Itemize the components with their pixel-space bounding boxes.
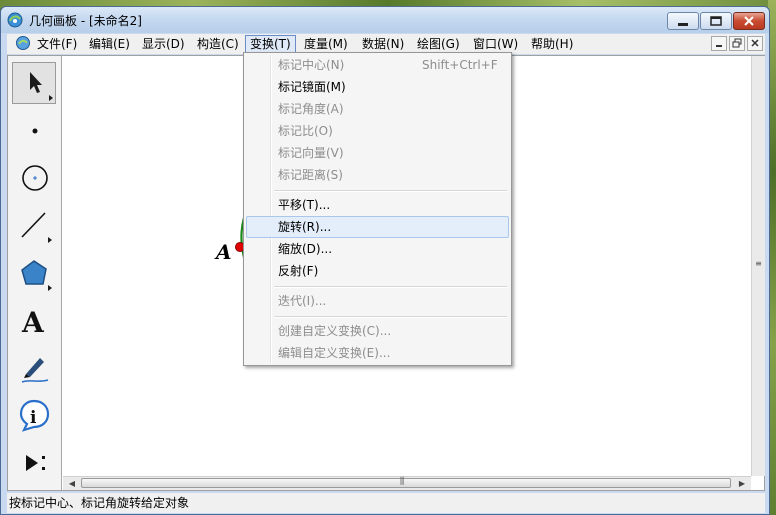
- menu-item-mark-vector[interactable]: 标记向量(V): [246, 142, 509, 164]
- menu-item-dilate[interactable]: 缩放(D)...: [246, 238, 509, 260]
- information-tool[interactable]: i: [12, 393, 56, 435]
- scroll-right-icon[interactable]: ▶: [736, 478, 748, 489]
- minimize-button[interactable]: [667, 12, 699, 30]
- status-bar: 按标记中心、标记角旋转给定对象: [7, 493, 765, 513]
- menu-item-label: 标记镜面(M): [278, 80, 346, 94]
- close-button[interactable]: [733, 12, 765, 30]
- custom-tool[interactable]: [12, 441, 56, 483]
- select-arrow-tool[interactable]: [12, 62, 56, 104]
- point-tool[interactable]: [12, 110, 56, 152]
- menu-separator: [274, 316, 507, 318]
- menu-item-label: 创建自定义变换(C)...: [278, 324, 392, 338]
- scroll-left-icon[interactable]: ◀: [66, 478, 78, 489]
- menu-help[interactable]: 帮助(H): [527, 36, 577, 52]
- point-a-label[interactable]: A: [216, 240, 232, 264]
- menu-bar: 文件(F) 编辑(E) 显示(D) 构造(C) 变换(T) 度量(M) 数据(N…: [7, 34, 765, 54]
- horizontal-scroll-thumb[interactable]: ⫼: [81, 477, 731, 488]
- menu-item-label: 标记中心(N): [278, 58, 345, 72]
- menu-item-iterate[interactable]: 迭代(I)...: [246, 290, 509, 312]
- scroll-grip-icon: ⫼: [400, 477, 405, 487]
- scroll-grip-icon: ≡: [755, 259, 762, 268]
- geometer-sketchpad-icon: [7, 12, 23, 28]
- menu-item-mark-mirror[interactable]: 标记镜面(M): [246, 76, 509, 98]
- menu-window[interactable]: 窗口(W): [469, 36, 522, 52]
- menu-item-edit-custom-transform[interactable]: 编辑自定义变换(E)...: [246, 342, 509, 364]
- menu-item-label: 标记角度(A): [278, 102, 344, 116]
- menu-edit[interactable]: 编辑(E): [85, 36, 134, 52]
- polygon-tool[interactable]: [12, 252, 56, 294]
- svg-text:A: A: [21, 306, 45, 339]
- menu-item-label: 反射(F): [278, 264, 319, 278]
- menu-item-label: 标记距离(S): [278, 168, 343, 182]
- close-icon: [744, 16, 754, 26]
- menu-data[interactable]: 数据(N): [358, 36, 408, 52]
- menu-item-translate[interactable]: 平移(T)...: [246, 194, 509, 216]
- document-icon[interactable]: [15, 35, 31, 51]
- menu-item-mark-ratio[interactable]: 标记比(O): [246, 120, 509, 142]
- menu-construct[interactable]: 构造(C): [193, 36, 243, 52]
- minimize-icon: [678, 23, 688, 26]
- information-icon: i: [19, 399, 50, 432]
- menu-item-label: 标记向量(V): [278, 146, 344, 160]
- menu-item-label: 缩放(D)...: [278, 242, 333, 256]
- maximize-button[interactable]: [700, 12, 732, 30]
- menu-transform[interactable]: 变换(T): [245, 35, 296, 53]
- minimize-icon: [716, 45, 722, 47]
- menu-item-mark-distance[interactable]: 标记距离(S): [246, 164, 509, 186]
- menu-item-label: 标记比(O): [278, 124, 333, 138]
- menu-item-reflect[interactable]: 反射(F): [246, 260, 509, 282]
- menu-graph[interactable]: 绘图(G): [413, 36, 464, 52]
- horizontal-scrollbar[interactable]: ◀ ⫼ ▶: [63, 476, 751, 490]
- menu-item-label: 迭代(I)...: [278, 294, 327, 308]
- mdi-minimize-button[interactable]: [711, 36, 727, 51]
- menu-item-mark-angle[interactable]: 标记角度(A): [246, 98, 509, 120]
- menu-item-label: 旋转(R)...: [278, 220, 332, 234]
- transform-menu-dropdown: 标记中心(N) Shift+Ctrl+F 标记镜面(M) 标记角度(A) 标记比…: [243, 52, 512, 366]
- title-bar[interactable]: 几何画板 - [未命名2]: [1, 7, 769, 33]
- menu-measure[interactable]: 度量(M): [300, 36, 352, 52]
- compass-tool[interactable]: [12, 157, 56, 199]
- custom-tool-icon: [26, 455, 45, 471]
- compass-circle-icon: [22, 165, 48, 191]
- straightedge-tool[interactable]: [12, 204, 56, 246]
- menu-item-create-custom-transform[interactable]: 创建自定义变换(C)...: [246, 320, 509, 342]
- vertical-scrollbar[interactable]: ≡: [751, 56, 765, 476]
- menu-item-label: 编辑自定义变换(E)...: [278, 346, 391, 360]
- arrow-select-icon: [30, 72, 53, 101]
- window-title: 几何画板 - [未命名2]: [29, 14, 142, 28]
- close-icon: [751, 39, 759, 47]
- menu-item-mark-center[interactable]: 标记中心(N) Shift+Ctrl+F: [246, 54, 509, 76]
- menu-item-label: 平移(T)...: [278, 198, 331, 212]
- menu-item-shortcut: Shift+Ctrl+F: [422, 58, 498, 72]
- menu-item-rotate[interactable]: 旋转(R)...: [246, 216, 509, 238]
- mdi-close-button[interactable]: [747, 36, 763, 51]
- text-tool[interactable]: A: [12, 299, 56, 341]
- restore-icon: [732, 38, 742, 48]
- point-tool-icon: [32, 128, 38, 134]
- toolbox: A i: [8, 56, 62, 490]
- menu-separator: [274, 190, 507, 192]
- marker-tool[interactable]: [12, 346, 56, 388]
- straightedge-line-icon: [21, 212, 52, 243]
- menu-file[interactable]: 文件(F): [33, 36, 81, 52]
- svg-text:i: i: [30, 408, 37, 428]
- text-tool-icon: A: [21, 306, 45, 339]
- restore-icon: [710, 16, 722, 26]
- marker-pen-icon: [21, 358, 49, 383]
- polygon-icon: [21, 260, 52, 291]
- menu-display[interactable]: 显示(D): [138, 36, 189, 52]
- mdi-restore-button[interactable]: [729, 36, 745, 51]
- menu-separator: [274, 286, 507, 288]
